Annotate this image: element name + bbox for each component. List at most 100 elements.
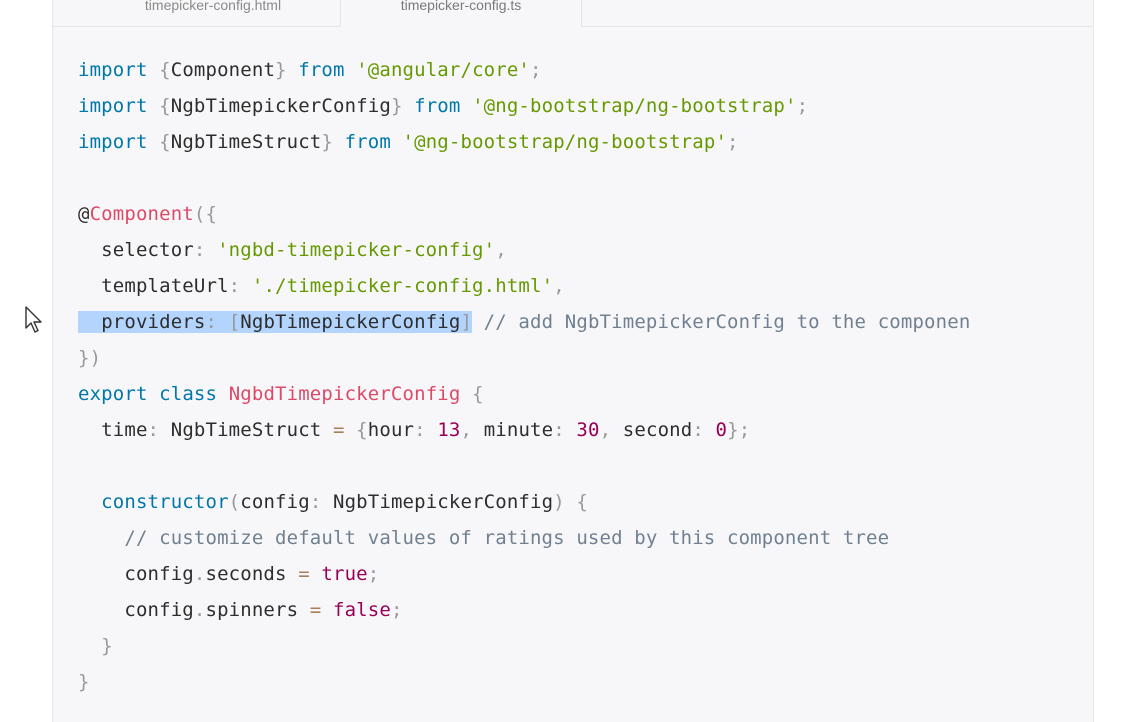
code-line-6: selector: 'ngbd-timepicker-config', <box>78 232 507 268</box>
keyword: from <box>414 95 461 117</box>
string: './timepicker-config.html' <box>251 275 554 297</box>
punctuation: ; <box>796 95 809 117</box>
code-block: import {Component} from '@angular/core';… <box>78 52 1090 702</box>
class-name: NgbdTimepickerConfig <box>228 383 461 405</box>
identifier: Component <box>170 59 276 81</box>
punctuation: , <box>553 275 565 297</box>
code-line-2: import {NgbTimepickerConfig} from '@ng-b… <box>78 88 808 124</box>
code-line-13: constructor(config: NgbTimepickerConfig)… <box>78 484 588 520</box>
punctuation: , <box>495 239 507 261</box>
punctuation: : <box>193 239 218 261</box>
key: minute <box>483 419 554 441</box>
number: 13 <box>437 419 461 441</box>
punctuation: [ <box>228 311 241 333</box>
identifier: NgbTimepickerConfig <box>170 95 391 117</box>
punctuation: } <box>321 131 345 153</box>
punctuation: ] <box>460 311 473 333</box>
punctuation: : <box>414 419 438 441</box>
key: second <box>622 419 693 441</box>
keyword: class <box>159 383 218 405</box>
punctuation: : <box>205 311 229 333</box>
parameter: config <box>240 491 310 513</box>
punctuation: { <box>147 59 171 81</box>
property: templateUrl <box>78 275 229 297</box>
keyword: import <box>78 131 148 153</box>
property: providers <box>101 311 206 333</box>
object: config <box>78 563 194 585</box>
punctuation: }) <box>78 347 102 369</box>
text-selection[interactable]: providers: [NgbTimepickerConfig] <box>78 311 473 333</box>
property: spinners <box>205 599 310 621</box>
punctuation: , <box>599 419 623 441</box>
code-line-14: // customize default values of ratings u… <box>78 520 889 556</box>
decorator: Component <box>89 203 194 225</box>
type: NgbTimepickerConfig <box>333 491 554 513</box>
comment: // customize default values of ratings u… <box>78 527 890 549</box>
string: '@ng-bootstrap/ng-bootstrap' <box>390 131 728 153</box>
code-line-11: time: NgbTimeStruct = {hour: 13, minute:… <box>78 412 750 448</box>
punctuation: } <box>390 95 415 117</box>
punctuation: { <box>147 131 171 153</box>
punctuation: { <box>460 383 484 405</box>
object: config <box>78 599 194 621</box>
tab-timepicker-config-html[interactable]: timepicker-config.html <box>82 0 344 26</box>
punctuation: : <box>228 275 252 297</box>
comment: // add NgbTimepickerConfig to the compon… <box>472 311 971 333</box>
identifier: NgbTimeStruct <box>170 131 322 153</box>
decorator-at: @ <box>78 203 90 225</box>
operator: = <box>298 563 310 585</box>
code-line-10: export class NgbdTimepickerConfig { <box>78 376 484 412</box>
punctuation: } <box>78 635 113 657</box>
keyword: from <box>344 131 391 153</box>
code-line-16: config.spinners = false; <box>78 592 403 628</box>
punctuation: : <box>309 491 333 513</box>
type: NgbTimeStruct <box>170 419 333 441</box>
keyword: import <box>78 95 148 117</box>
code-line-8: providers: [NgbTimepickerConfig] // add … <box>78 304 970 340</box>
keyword: export <box>78 383 148 405</box>
punctuation: , <box>460 419 484 441</box>
punctuation: { <box>147 95 171 117</box>
boolean: false <box>332 599 391 621</box>
string: '@angular/core' <box>344 59 531 81</box>
operator: = <box>332 419 345 441</box>
punctuation: . <box>193 599 206 621</box>
punctuation: ({ <box>193 203 218 225</box>
punctuation: ( <box>228 491 241 513</box>
boolean: true <box>321 563 368 585</box>
string: 'ngbd-timepicker-config' <box>217 239 496 261</box>
code-line-9: }) <box>78 340 101 376</box>
string: '@ng-bootstrap/ng-bootstrap' <box>460 95 797 117</box>
punctuation: : <box>553 419 577 441</box>
punctuation: ; <box>367 563 380 585</box>
punctuation: ; <box>390 599 403 621</box>
punctuation: { <box>344 419 368 441</box>
code-line-15: config.seconds = true; <box>78 556 379 592</box>
key: hour <box>367 419 415 441</box>
property: time <box>78 419 148 441</box>
punctuation: : <box>147 419 171 441</box>
keyword: import <box>78 59 148 81</box>
punctuation: ) { <box>553 491 588 513</box>
keyword: from <box>298 59 345 81</box>
function-name: constructor <box>78 491 229 513</box>
punctuation: } <box>275 59 299 81</box>
punctuation: } <box>78 671 90 693</box>
property: selector <box>78 239 194 261</box>
operator: = <box>309 599 322 621</box>
mouse-pointer-icon <box>25 306 42 333</box>
code-line-7: templateUrl: './timepicker-config.html', <box>78 268 565 304</box>
punctuation: . <box>193 563 206 585</box>
tab-timepicker-config-ts[interactable]: timepicker-config.ts <box>340 0 582 27</box>
punctuation: : <box>692 419 716 441</box>
code-line-5: @Component({ <box>78 196 217 232</box>
code-line-1: import {Component} from '@angular/core'; <box>78 52 542 88</box>
identifier: NgbTimepickerConfig <box>240 311 461 333</box>
file-tabs: timepicker-config.html timepicker-config… <box>52 0 1092 27</box>
punctuation: ; <box>727 131 739 153</box>
punctuation: ; <box>530 59 542 81</box>
